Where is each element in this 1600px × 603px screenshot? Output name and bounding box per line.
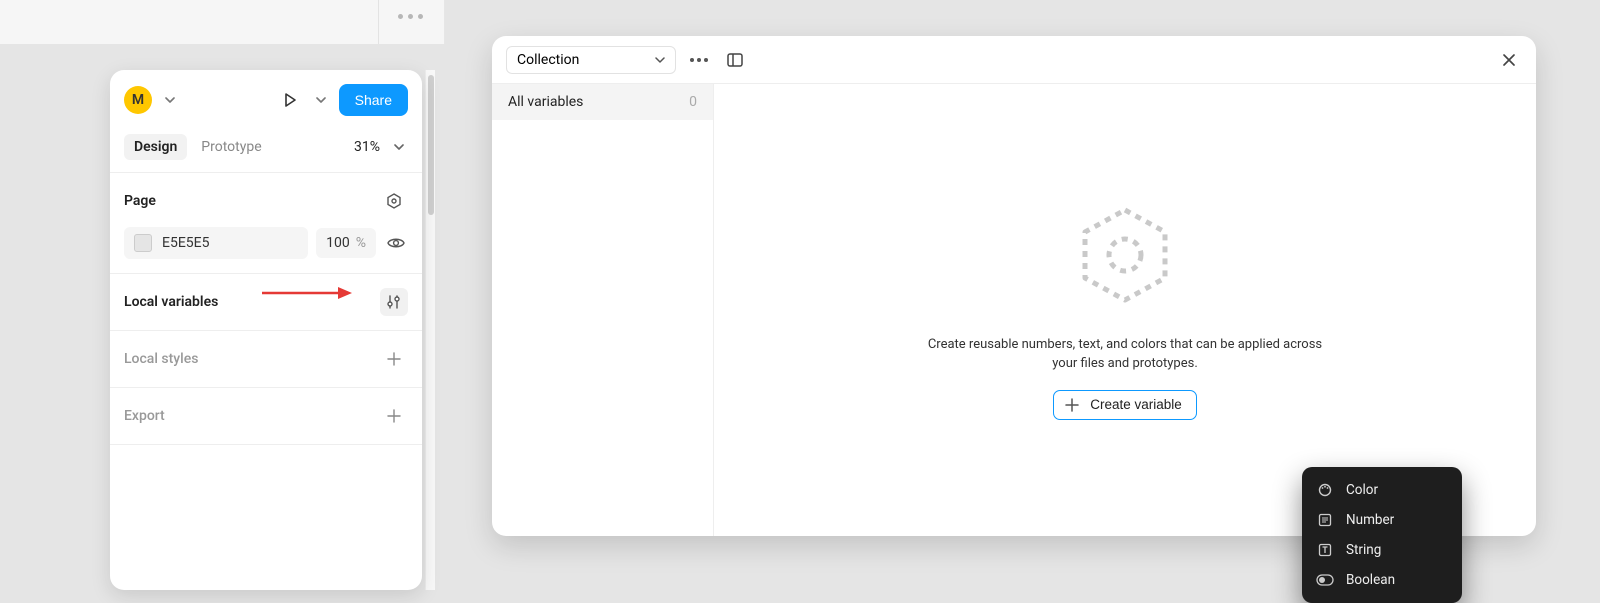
- canvas-background: [0, 44, 110, 596]
- sidebar-item-all-variables[interactable]: All variables 0: [492, 84, 713, 120]
- section-page-title: Page: [124, 193, 156, 209]
- top-divider: [378, 0, 379, 44]
- variables-empty-state: Create reusable numbers, text, and color…: [714, 84, 1536, 536]
- tab-design[interactable]: Design: [124, 134, 187, 160]
- create-variable-label: Create variable: [1090, 397, 1182, 412]
- local-styles-title: Local styles: [124, 351, 198, 367]
- avatar-menu-chevron-icon[interactable]: [160, 90, 180, 110]
- fill-hex: E5E5E5: [162, 235, 209, 251]
- inspector-header: M Share: [110, 70, 422, 126]
- avatar[interactable]: M: [124, 86, 152, 114]
- sidebar-item-count: 0: [689, 94, 697, 110]
- zoom-chevron-icon[interactable]: [390, 138, 408, 156]
- empty-collection-icon: [1070, 200, 1180, 314]
- overflow-menu-icon[interactable]: [398, 14, 423, 19]
- scrollbar-track[interactable]: [425, 70, 435, 590]
- opacity-value: 100: [326, 235, 350, 251]
- frame-settings-icon[interactable]: [380, 187, 408, 215]
- play-menu-chevron-icon[interactable]: [311, 90, 331, 110]
- variables-header: Collection: [492, 36, 1536, 84]
- type-menu-boolean[interactable]: Boolean: [1302, 565, 1462, 595]
- page-opacity-chip[interactable]: 100 %: [316, 228, 376, 258]
- collection-dropdown[interactable]: Collection: [506, 46, 676, 74]
- section-export: Export: [110, 388, 422, 445]
- export-title: Export: [124, 408, 165, 424]
- variables-window: Collection All variables 0: [492, 36, 1536, 536]
- variables-sidebar: All variables 0: [492, 84, 714, 536]
- type-menu-label: String: [1346, 542, 1381, 558]
- type-menu-label: Number: [1346, 512, 1394, 528]
- close-icon[interactable]: [1496, 47, 1522, 73]
- share-button[interactable]: Share: [339, 84, 408, 116]
- inspector-panel: M Share Design Prototype 31%: [110, 70, 422, 590]
- string-type-icon: [1316, 541, 1334, 559]
- tab-prototype[interactable]: Prototype: [191, 134, 271, 160]
- collection-menu-icon[interactable]: [686, 47, 712, 73]
- chevron-down-icon: [655, 55, 665, 65]
- color-type-icon: [1316, 481, 1334, 499]
- app-top-bar: [0, 0, 445, 44]
- play-icon[interactable]: [277, 87, 303, 113]
- variable-type-menu: Color Number String: [1302, 467, 1462, 603]
- add-style-icon[interactable]: [380, 345, 408, 373]
- add-export-icon[interactable]: [380, 402, 408, 430]
- settings-sliders-icon[interactable]: [380, 288, 408, 316]
- section-local-styles: Local styles: [110, 331, 422, 388]
- type-menu-label: Color: [1346, 482, 1378, 498]
- inspector-tabs: Design Prototype 31%: [110, 126, 422, 173]
- zoom-value[interactable]: 31%: [354, 139, 386, 155]
- create-variable-button[interactable]: Create variable: [1053, 390, 1197, 420]
- type-menu-string[interactable]: String: [1302, 535, 1462, 565]
- type-menu-color[interactable]: Color: [1302, 475, 1462, 505]
- page-fill-chip[interactable]: E5E5E5: [124, 227, 308, 259]
- sidebar-toggle-icon[interactable]: [722, 47, 748, 73]
- fill-swatch: [134, 234, 152, 252]
- collection-label: Collection: [517, 52, 579, 68]
- type-menu-number[interactable]: Number: [1302, 505, 1462, 535]
- empty-state-text: Create reusable numbers, text, and color…: [925, 336, 1325, 374]
- type-menu-label: Boolean: [1346, 572, 1395, 588]
- scrollbar-thumb[interactable]: [428, 75, 434, 215]
- local-variables-title: Local variables: [124, 294, 218, 310]
- section-local-variables: Local variables: [110, 274, 422, 331]
- opacity-unit: %: [356, 235, 366, 251]
- sidebar-item-label: All variables: [508, 94, 583, 110]
- number-type-icon: [1316, 511, 1334, 529]
- plus-icon: [1064, 397, 1080, 413]
- boolean-type-icon: [1316, 571, 1334, 589]
- section-page: Page E5E5E5 100 %: [110, 173, 422, 274]
- visibility-icon[interactable]: [384, 231, 408, 255]
